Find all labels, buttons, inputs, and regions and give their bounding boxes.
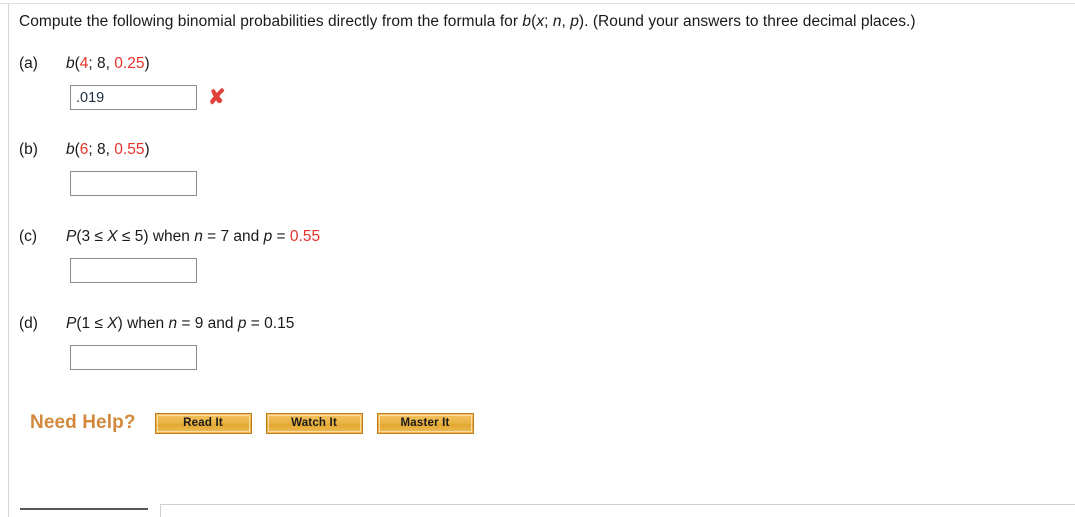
master-it-button[interactable]: Master It xyxy=(376,412,474,434)
prompt-formula-n: n xyxy=(552,13,562,30)
part-b-label: (b) xyxy=(19,141,38,158)
part-b-answer-input[interactable] xyxy=(70,171,197,196)
part-c-n-value: 7 xyxy=(220,228,230,245)
part-d-lower: 1 xyxy=(81,315,91,332)
part-a-func: b xyxy=(66,55,75,72)
part-d-rel1: ≤ xyxy=(90,315,108,332)
part-d-func: P xyxy=(66,315,77,332)
part-b-close: ) xyxy=(144,141,150,158)
master-it-button-label: Master It xyxy=(378,414,472,432)
part-c-p-value: 0.55 xyxy=(289,228,321,245)
part-c-n-eq: = xyxy=(202,228,221,245)
part-b-answer-row xyxy=(19,170,1059,197)
part-c-func: P xyxy=(66,228,77,245)
part-d-p-eq: = xyxy=(246,315,265,332)
part-c-when: when xyxy=(148,228,195,245)
part-c-answer-input[interactable] xyxy=(70,258,197,283)
part-c-variable: X xyxy=(107,228,118,245)
part-c-label: (c) xyxy=(19,228,38,245)
part-c-and: and xyxy=(229,228,264,245)
prompt-formula-b: b xyxy=(522,13,532,30)
incorrect-mark-icon: ✘ xyxy=(208,86,226,109)
prompt-comma: , xyxy=(561,13,571,30)
part-d: (d) P(1 ≤ X) when n = 9 and p = 0.15 xyxy=(19,313,1059,371)
part-a-label: (a) xyxy=(19,55,38,72)
part-d-variable: X xyxy=(107,315,118,332)
prompt-text-before: Compute the following binomial probabili… xyxy=(19,13,523,30)
part-c-lower: 3 xyxy=(81,228,91,245)
part-a-sep1: ; xyxy=(88,55,98,72)
part-d-answer-row xyxy=(19,344,1059,371)
part-a: (a)b(4; 8, 0.25) ✘ xyxy=(19,53,1059,111)
exercise-content: Compute the following binomial probabili… xyxy=(19,10,1059,434)
part-a-answer-row: ✘ xyxy=(19,84,1059,111)
next-section-divider xyxy=(20,508,148,510)
part-d-label: (d) xyxy=(19,315,38,332)
part-a-answer-input[interactable] xyxy=(70,85,197,110)
part-c-rel2: ≤ xyxy=(117,228,135,245)
top-divider xyxy=(0,3,1075,4)
part-b-statement: (b) b(6; 8, 0.55) xyxy=(19,139,1059,161)
prompt-formula-x: x xyxy=(536,13,545,30)
need-help-label: Need Help? xyxy=(30,412,136,433)
part-d-answer-input[interactable] xyxy=(70,345,197,370)
part-b-func: b xyxy=(66,141,75,158)
part-d-when: when xyxy=(122,315,169,332)
part-d-n-eq: = xyxy=(177,315,195,332)
part-d-and: and xyxy=(203,315,238,332)
read-it-button-label: Read It xyxy=(156,414,250,432)
part-c-statement: (c) P(3 ≤ X ≤ 5) when n = 7 and p = 0.55 xyxy=(19,226,1059,248)
part-b-sep2: , xyxy=(105,141,115,158)
watch-it-button-label: Watch It xyxy=(267,414,361,432)
prompt-formula-p: p xyxy=(570,13,579,30)
part-a-p: 0.25 xyxy=(114,55,145,72)
part-c-rel1: ≤ xyxy=(90,228,108,245)
part-b-p: 0.55 xyxy=(114,141,145,158)
question-prompt: Compute the following binomial probabili… xyxy=(19,10,1049,33)
part-d-statement: (d) P(1 ≤ X) when n = 9 and p = 0.15 xyxy=(19,313,1059,335)
part-b-sep1: ; xyxy=(88,141,98,158)
part-c-p-symbol: p xyxy=(263,228,273,245)
part-a-sep2: , xyxy=(105,55,115,72)
part-c-n-symbol: n xyxy=(194,228,203,245)
part-c: (c) P(3 ≤ X ≤ 5) when n = 7 and p = 0.55 xyxy=(19,226,1059,284)
next-panel-partial xyxy=(160,504,1075,517)
part-c-p-eq: = xyxy=(272,228,290,245)
need-help-row: Need Help? Read It Watch It Master It xyxy=(19,412,1059,434)
watch-it-button[interactable]: Watch It xyxy=(265,412,363,434)
part-a-close: ) xyxy=(144,55,150,72)
prompt-text-after: . (Round your answers to three decimal p… xyxy=(584,13,916,30)
part-b: (b) b(6; 8, 0.55) xyxy=(19,139,1059,197)
part-d-n-symbol: n xyxy=(168,315,178,332)
part-d-p-value: 0.15 xyxy=(264,315,295,332)
part-a-statement: (a) b(4; 8, 0.25) xyxy=(19,53,1059,75)
read-it-button[interactable]: Read It xyxy=(154,412,252,434)
prompt-semicolon: ; xyxy=(544,13,553,30)
part-b-n: 8 xyxy=(97,141,106,158)
part-c-answer-row xyxy=(19,257,1059,284)
part-a-n: 8 xyxy=(97,55,106,72)
left-container-border xyxy=(8,4,9,517)
